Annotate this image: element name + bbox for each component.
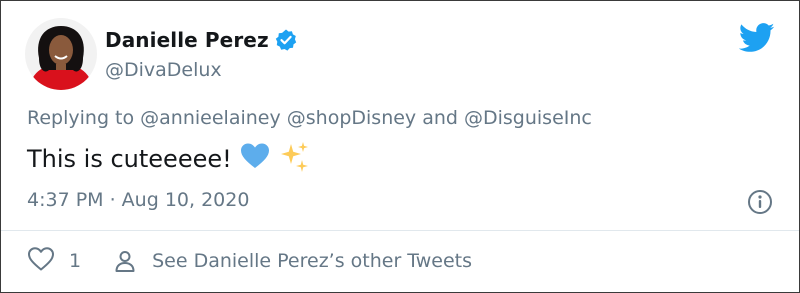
replying-to-line[interactable]: Replying to @annieelainey @shopDisney an… <box>27 107 592 129</box>
divider <box>1 230 799 231</box>
tweet-card: Danielle Perez @DivaDelux Replying to @a… <box>0 0 800 293</box>
sparkles-emoji-icon <box>278 140 310 178</box>
author-name-row[interactable]: Danielle Perez <box>105 26 298 54</box>
author-handle[interactable]: @DivaDelux <box>105 59 222 81</box>
like-count[interactable]: 1 <box>69 250 81 272</box>
author-display-name[interactable]: Danielle Perez <box>105 28 269 52</box>
tweet-timestamp[interactable]: 4:37 PM · Aug 10, 2020 <box>27 189 249 211</box>
verified-badge-icon <box>274 28 298 52</box>
tweet-body: This is cuteeeee! <box>27 142 310 176</box>
blue-heart-emoji-icon <box>240 142 270 176</box>
see-other-tweets-link[interactable]: See Danielle Perez’s other Tweets <box>152 250 472 272</box>
twitter-bird-icon[interactable] <box>738 23 775 53</box>
avatar[interactable] <box>25 18 97 90</box>
tweet-text: This is cuteeeee! <box>27 145 232 173</box>
person-icon[interactable] <box>113 249 137 273</box>
info-icon[interactable] <box>747 189 773 215</box>
tweet-actions: 1 See Danielle Perez’s other Tweets <box>27 246 472 277</box>
avatar-image <box>25 18 97 90</box>
like-heart-icon[interactable] <box>27 246 55 277</box>
